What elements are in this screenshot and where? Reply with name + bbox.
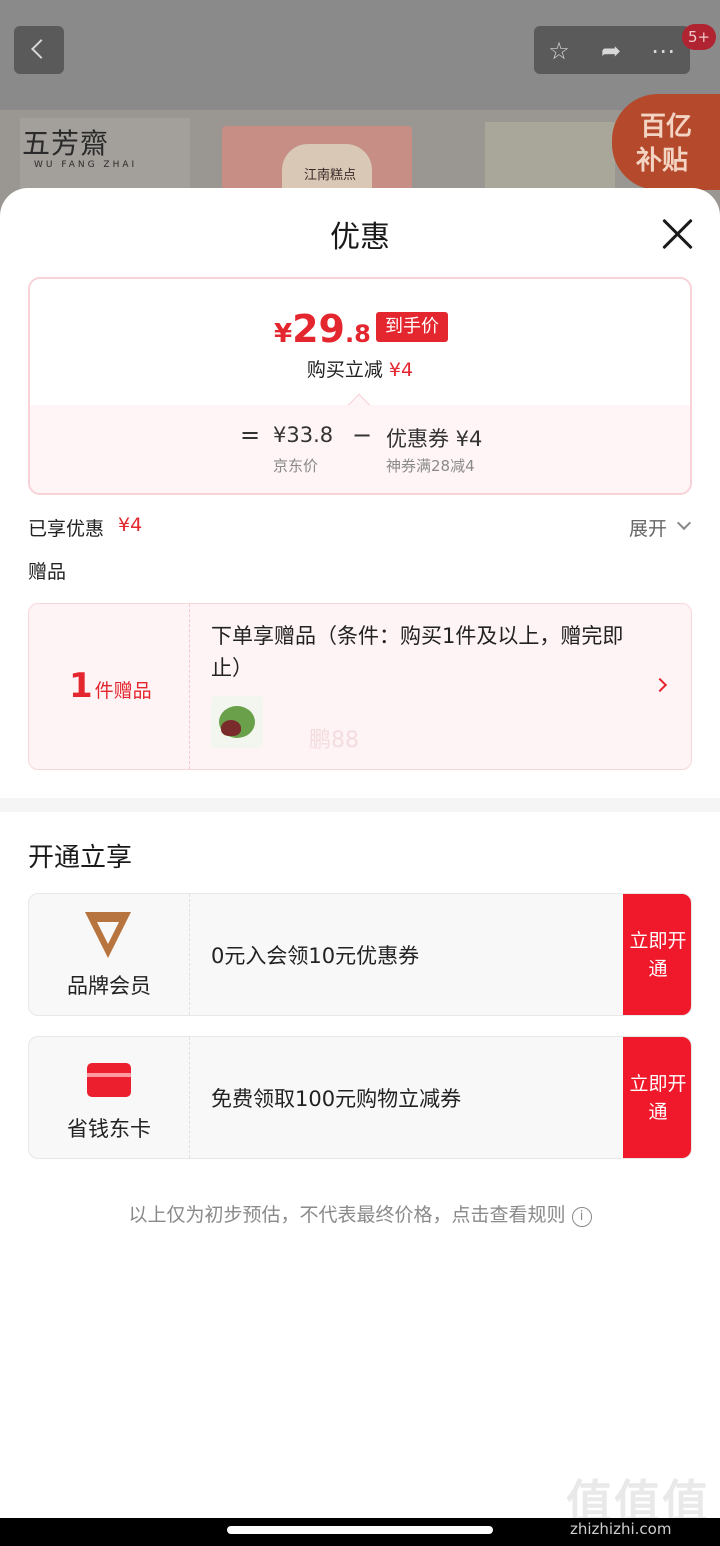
more-icon[interactable]: ⋯ <box>648 36 678 66</box>
enjoyed-discount-amount: ¥4 <box>118 514 143 536</box>
open-section-title: 开通立享 <box>28 843 133 873</box>
chevron-right-icon[interactable] <box>652 677 668 693</box>
brand-member-open-button[interactable]: 立即开通 <box>623 894 691 1015</box>
star-icon[interactable]: ☆ <box>544 36 574 66</box>
notification-badge: 5+ <box>682 24 717 50</box>
disclaimer-text: 以上仅为初步预估，不代表最终价格，点击查看规则 <box>128 1204 566 1226</box>
user-watermark: 鹏88 <box>309 728 359 753</box>
section-divider <box>0 798 720 812</box>
coupon-amount: 优惠券 ¥4 <box>386 427 483 451</box>
brand-member-desc: 0元入会领10元优惠券 <box>211 944 420 968</box>
savings-card[interactable]: 省钱东卡 免费领取100元购物立减券 立即开通 <box>28 1036 692 1159</box>
product-box-image-2 <box>485 122 615 198</box>
share-icon[interactable]: ➦ <box>596 36 626 66</box>
minus-sign: − <box>352 421 373 449</box>
product-box-image: 江南糕点 <box>222 126 412 196</box>
original-price-label: 京东价 <box>273 457 319 475</box>
enjoyed-discount-label: 已享优惠 <box>28 518 105 540</box>
disclaimer[interactable]: 以上仅为初步预估，不代表最终价格，点击查看规则 i <box>0 1200 720 1227</box>
info-icon[interactable]: i <box>571 1207 592 1227</box>
product-box-title: 江南糕点 <box>304 168 357 183</box>
savings-card-name: 省钱东卡 <box>67 1117 151 1141</box>
coupon-condition: 神券满28减4 <box>386 457 475 475</box>
subsidy-line1: 百亿 <box>640 112 693 142</box>
discount-sheet: 优惠 ¥29.8 到手价 购买立减 ¥4 = ¥33.8 京东价 − 优惠券 ¥4… <box>0 188 720 1546</box>
page: 五芳齋 WU FANG ZHAI 江南糕点 ☆ ➦ ⋯ 5+ 百亿 补贴 优惠 … <box>0 0 720 1546</box>
brand-logo: 五芳齋 <box>22 127 110 160</box>
home-indicator[interactable] <box>227 1526 493 1534</box>
final-price-tag: 到手价 <box>376 312 448 342</box>
top-action-group: ☆ ➦ ⋯ <box>534 26 690 74</box>
gift-description: 下单享赠品（条件：购买1件及以上，赠完即止） <box>211 624 624 680</box>
price-breakdown-card: ¥29.8 到手价 购买立减 ¥4 = ¥33.8 京东价 − 优惠券 ¥4 神券… <box>28 277 692 495</box>
expand-button[interactable]: 展开 <box>629 514 667 541</box>
sheet-title: 优惠 <box>330 220 390 255</box>
subsidy-badge[interactable]: 百亿 补贴 <box>612 94 720 190</box>
gift-count: 1 件赠品 <box>69 666 152 706</box>
price-formula: = ¥33.8 京东价 − 优惠券 ¥4 神券满28减4 <box>30 405 690 493</box>
subsidy-line2: 补贴 <box>636 146 689 176</box>
close-icon[interactable] <box>658 214 696 252</box>
brand-member-name: 品牌会员 <box>67 974 151 998</box>
equals-sign: = <box>240 421 261 449</box>
brand-logo-sub: WU FANG ZHAI <box>34 160 138 170</box>
instant-discount-line: 购买立减 ¥4 <box>306 359 414 381</box>
savings-card-open-button[interactable]: 立即开通 <box>623 1037 691 1158</box>
gift-card[interactable]: 1 件赠品 下单享赠品（条件：购买1件及以上，赠完即止） 鹏88 <box>28 603 692 770</box>
gift-thumbnail[interactable] <box>211 696 263 748</box>
brand-member-card[interactable]: 品牌会员 0元入会领10元优惠券 立即开通 <box>28 893 692 1016</box>
v-member-icon <box>85 912 131 958</box>
chevron-down-icon[interactable] <box>676 515 692 531</box>
site-watermark-url: zhizhizhi.com <box>570 1520 672 1538</box>
savings-card-desc: 免费领取100元购物立减券 <box>211 1087 462 1111</box>
original-price: ¥33.8 <box>273 423 334 447</box>
gift-section-label: 赠品 <box>28 561 67 583</box>
red-card-icon <box>87 1063 131 1097</box>
back-button[interactable] <box>14 26 64 74</box>
final-price: ¥29.8 <box>274 307 371 351</box>
back-chevron-icon <box>31 39 51 59</box>
